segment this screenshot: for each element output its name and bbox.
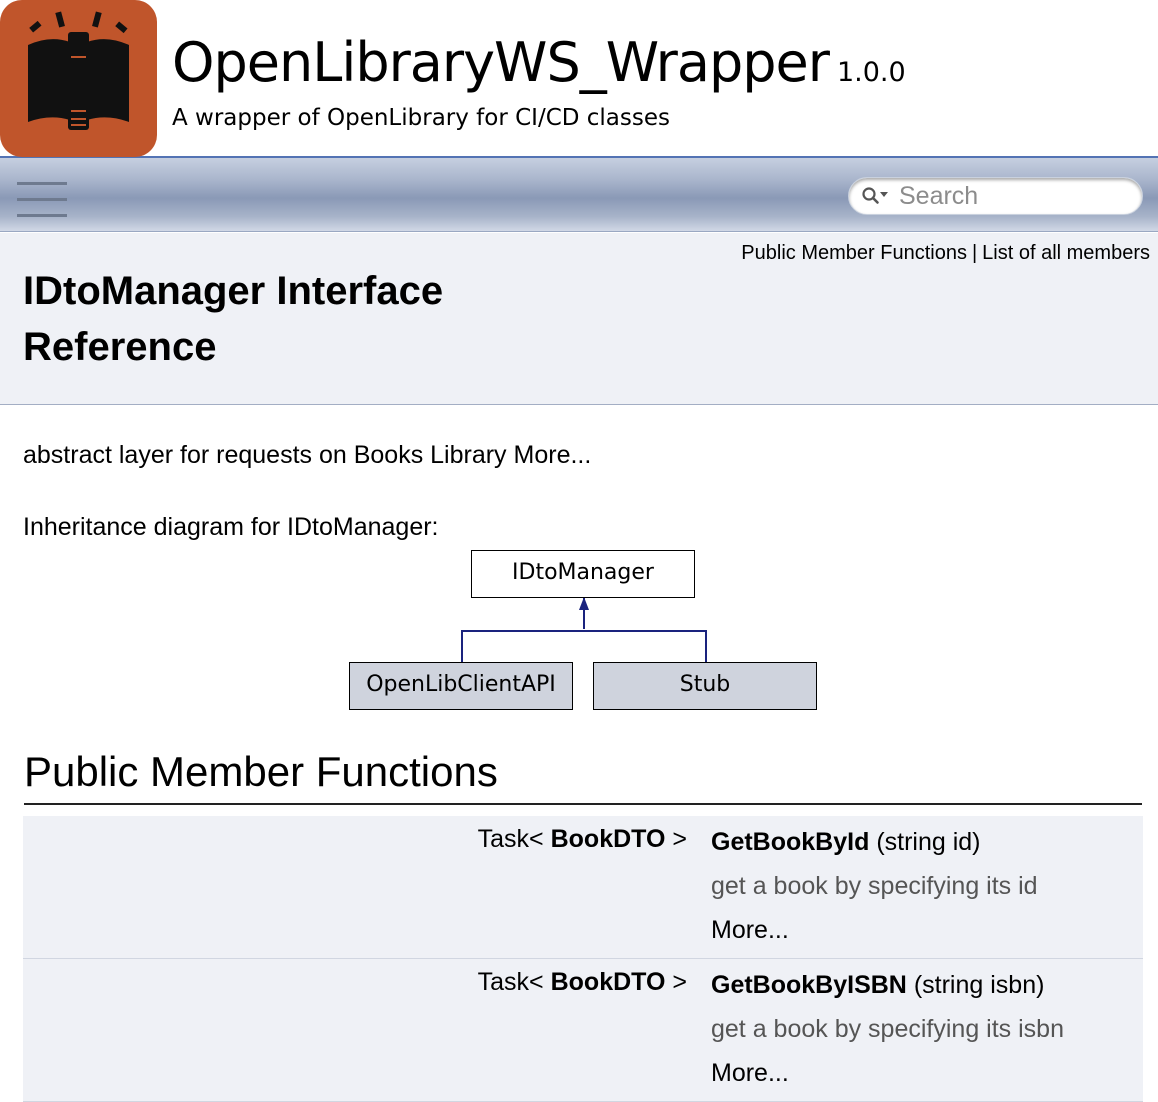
search-box[interactable] bbox=[848, 177, 1143, 215]
member-return-type: Task< BookDTO > bbox=[478, 963, 687, 1001]
member-params: (string isbn) bbox=[913, 971, 1045, 999]
brief-text: abstract layer for requests on Books Lib… bbox=[23, 441, 507, 469]
link-list-of-all-members[interactable]: List of all members bbox=[982, 242, 1150, 264]
member-more-link[interactable]: More... bbox=[711, 908, 1143, 958]
search-input[interactable] bbox=[899, 182, 1129, 210]
page-header: Public Member Functions | List of all memb… bbox=[0, 233, 1158, 405]
page-title: IDtoManager Interface Reference bbox=[23, 269, 444, 369]
book-icon bbox=[28, 11, 129, 130]
member-return-type: Task< BookDTO > bbox=[478, 820, 687, 858]
member-more-link[interactable]: More... bbox=[711, 1051, 1143, 1101]
bookdto-type-link[interactable]: BookDTO bbox=[551, 968, 666, 996]
diagram-node-stub[interactable]: Stub bbox=[593, 662, 817, 710]
return-prefix: Task< bbox=[477, 825, 544, 853]
hamburger-line-icon bbox=[17, 182, 67, 185]
member-signature: GetBookById (string id) get a book by sp… bbox=[711, 816, 1143, 958]
project-number: 1.0.0 bbox=[836, 57, 906, 88]
inheritance-diagram: IDtoManager OpenLibClientAPI Stub bbox=[340, 545, 830, 720]
member-description: get a book by specifying its id bbox=[711, 872, 1038, 900]
hamburger-line-icon bbox=[17, 198, 67, 201]
inheritance-arrow-icon bbox=[579, 597, 589, 610]
project-name: OpenLibraryWS_Wrapper 1.0.0 bbox=[172, 28, 906, 108]
member-params: (string id) bbox=[876, 828, 981, 856]
summary-links: Public Member Functions | List of all memb… bbox=[741, 240, 1150, 266]
title-area: OpenLibraryWS_Wrapper 1.0.0 A wrapper of … bbox=[0, 0, 1158, 158]
member-description: get a book by specifying its isbn bbox=[711, 1015, 1064, 1043]
return-suffix: > bbox=[672, 968, 687, 996]
project-name-text: OpenLibraryWS_Wrapper bbox=[172, 31, 830, 94]
diagram-node-idtomanager[interactable]: IDtoManager bbox=[471, 550, 695, 598]
brief-description: abstract layer for requests on Books Lib… bbox=[23, 438, 591, 472]
project-brief: A wrapper of OpenLibrary for CI/CD class… bbox=[172, 105, 671, 131]
inheritance-label: Inheritance diagram for IDtoManager: bbox=[23, 513, 439, 541]
main-menu-button[interactable] bbox=[17, 180, 67, 217]
diagram-node-openlibclientapi[interactable]: OpenLibClientAPI bbox=[349, 662, 573, 710]
return-prefix: Task< bbox=[477, 968, 544, 996]
member-row: Task< BookDTO > GetBookByISBN (string is… bbox=[23, 959, 1143, 1102]
project-logo[interactable] bbox=[0, 0, 157, 157]
member-function-link[interactable]: GetBookByISBN bbox=[711, 971, 907, 999]
hamburger-line-icon bbox=[17, 214, 67, 217]
member-row: Task< BookDTO > GetBookById (string id) … bbox=[23, 816, 1143, 959]
summary-separator: | bbox=[971, 242, 978, 264]
member-signature: GetBookByISBN (string isbn) get a book b… bbox=[711, 959, 1143, 1101]
member-table: Task< BookDTO > GetBookById (string id) … bbox=[23, 816, 1143, 1102]
public-member-functions-heading: Public Member Functions bbox=[24, 745, 1142, 805]
return-suffix: > bbox=[672, 825, 687, 853]
more-link[interactable]: More... bbox=[514, 441, 592, 469]
link-public-member-functions[interactable]: Public Member Functions bbox=[741, 242, 967, 264]
search-icon[interactable] bbox=[861, 186, 891, 208]
member-function-link[interactable]: GetBookById bbox=[711, 828, 869, 856]
bookdto-type-link[interactable]: BookDTO bbox=[551, 825, 666, 853]
